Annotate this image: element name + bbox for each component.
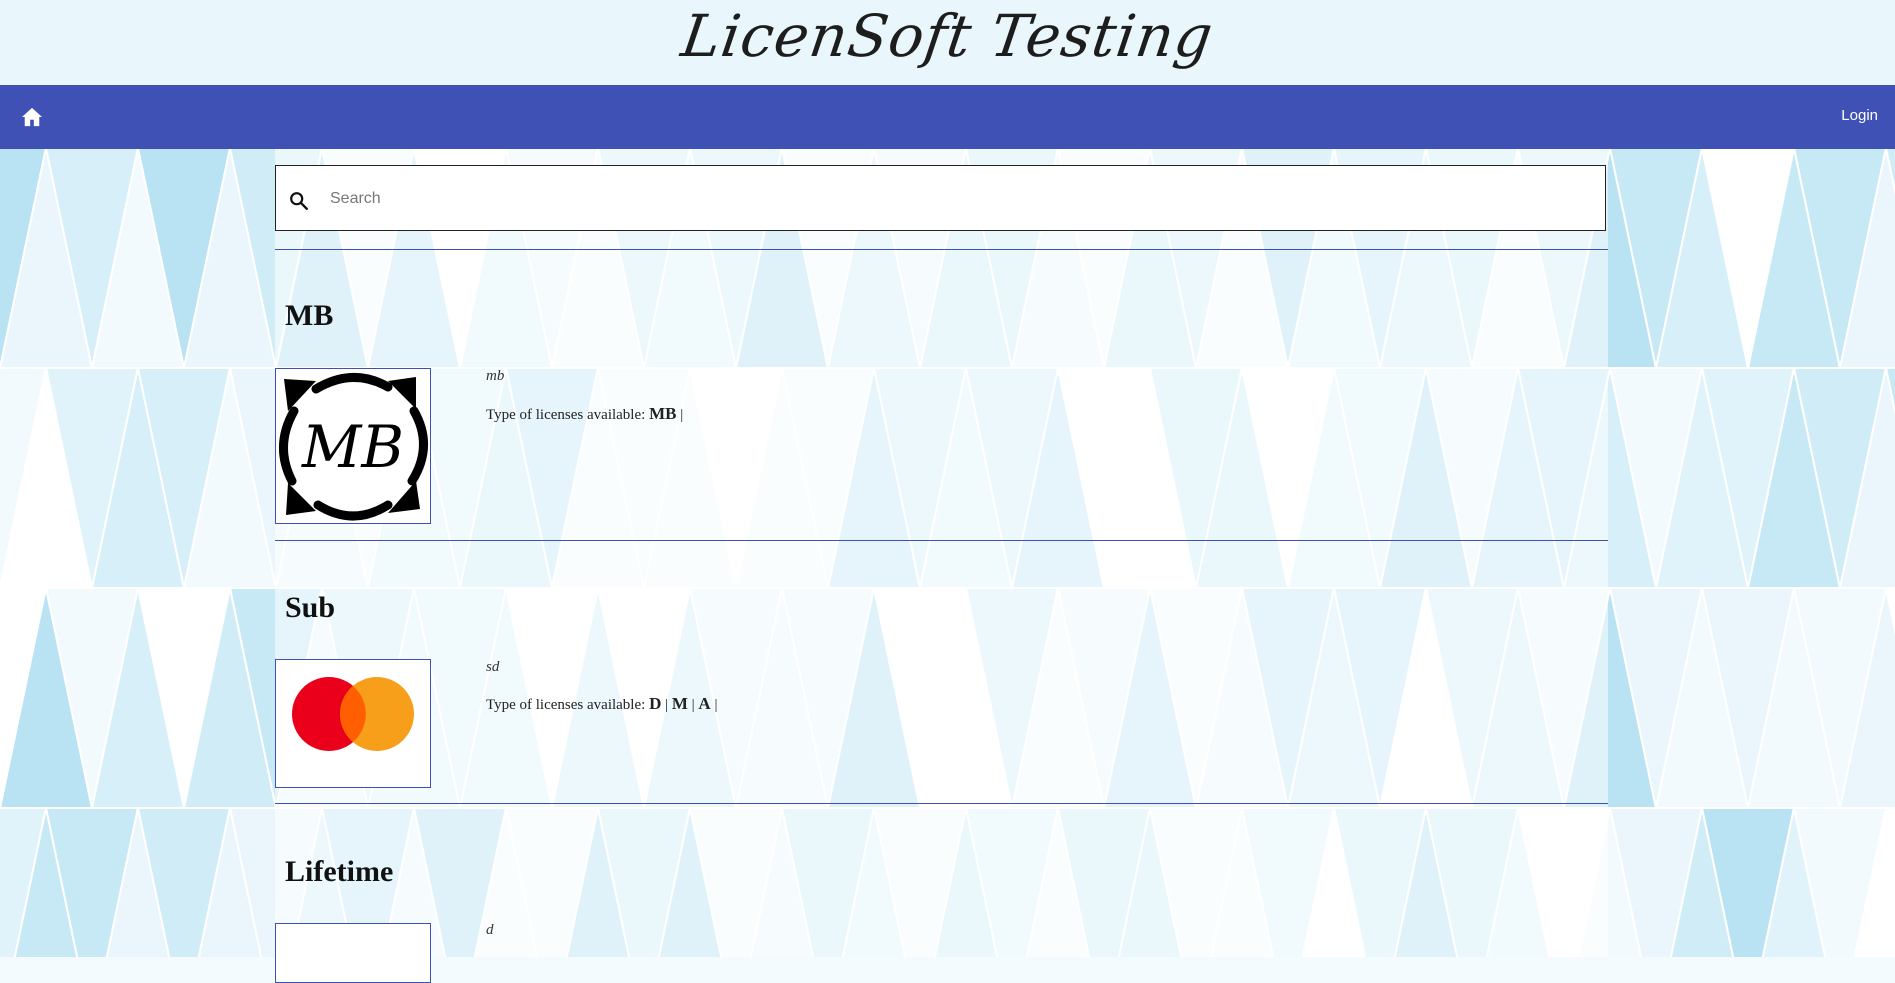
mastercard-logo-icon — [292, 677, 414, 751]
search-box[interactable] — [275, 165, 1606, 231]
product-image[interactable] — [275, 659, 431, 788]
brand-logo[interactable]: LicenSoft Testing — [0, 2, 1895, 70]
product-description: sd — [486, 659, 500, 675]
license-type: D — [649, 694, 662, 713]
product-image[interactable]: MB — [275, 368, 431, 524]
search-icon — [290, 192, 308, 210]
license-type: A — [698, 694, 711, 713]
home-icon — [22, 107, 42, 127]
license-types: Type of licenses available: MB | — [486, 404, 683, 424]
separator: | — [714, 697, 718, 713]
divider — [275, 540, 1608, 541]
license-type: MB — [649, 404, 677, 423]
home-button[interactable] — [18, 103, 46, 131]
separator: | — [665, 697, 669, 713]
brand-header: LicenSoft Testing — [0, 0, 1895, 85]
license-types-label: Type of licenses available: — [486, 407, 646, 423]
top-navigation: Login — [0, 85, 1895, 149]
mb-logo-icon: MB — [279, 373, 428, 521]
license-types: Type of licenses available: D | M | A | — [486, 694, 717, 714]
svg-text:MB: MB — [301, 413, 404, 481]
search-input[interactable] — [328, 180, 1592, 218]
product-title[interactable]: MB — [285, 299, 333, 333]
license-types-label: Type of licenses available: — [486, 697, 646, 713]
product-list: MB MB mb Type of licenses ava — [275, 148, 1608, 983]
separator: | — [691, 697, 695, 713]
product-description: d — [486, 922, 494, 938]
product-description: mb — [486, 368, 505, 384]
divider — [275, 249, 1608, 250]
product-title[interactable]: Lifetime — [285, 855, 393, 889]
separator: | — [680, 407, 684, 423]
login-button[interactable]: Login — [1841, 107, 1878, 124]
product-title[interactable]: Sub — [285, 591, 335, 625]
divider — [275, 803, 1608, 804]
license-type: M — [671, 694, 688, 713]
product-image[interactable] — [275, 923, 431, 983]
